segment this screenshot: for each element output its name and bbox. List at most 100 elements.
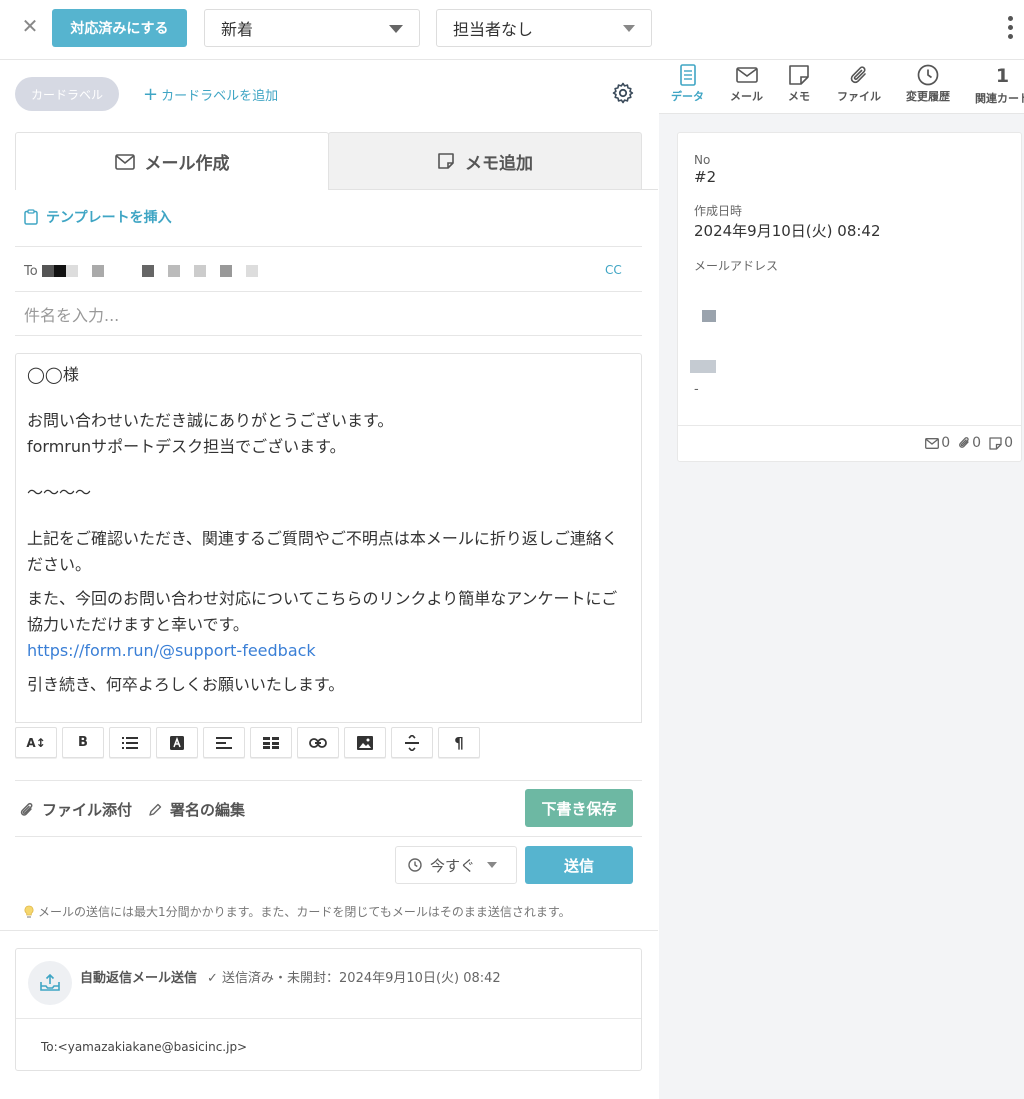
file-count-value: 0 bbox=[972, 435, 982, 451]
cc-toggle[interactable]: CC bbox=[605, 263, 622, 277]
envelope-icon bbox=[114, 153, 135, 170]
paperclip-icon bbox=[959, 437, 969, 448]
top-bar: ✕ 対応済みにする 新着 担当者なし bbox=[0, 0, 1024, 60]
divider bbox=[15, 335, 642, 336]
subject-input[interactable] bbox=[16, 295, 642, 335]
history-status: ✓ 送信済み・未開封：2024年9月10日(火) 08:42 bbox=[207, 971, 501, 986]
paragraph-button[interactable]: ¶ bbox=[438, 727, 480, 758]
document-icon bbox=[679, 64, 696, 86]
redacted-recipient bbox=[141, 265, 154, 277]
link-button[interactable] bbox=[297, 727, 339, 758]
chevron-down-icon bbox=[389, 25, 403, 33]
plus-icon: + bbox=[143, 83, 159, 105]
send-button[interactable]: 送信 bbox=[525, 846, 633, 884]
redacted-value bbox=[690, 360, 716, 373]
divider bbox=[330, 189, 658, 190]
mark-resolved-button[interactable]: 対応済みにする bbox=[52, 9, 187, 47]
tab-data-label: データ bbox=[671, 90, 704, 103]
to-label: To bbox=[24, 263, 38, 279]
tab-history[interactable]: 変更履歴 bbox=[906, 64, 950, 104]
save-draft-button[interactable]: 下書き保存 bbox=[525, 789, 633, 827]
table-button[interactable] bbox=[250, 727, 292, 758]
text-color-button[interactable] bbox=[156, 727, 198, 758]
text-color-icon bbox=[170, 735, 184, 750]
outbox-icon bbox=[40, 974, 60, 991]
tab-history-label: 変更履歴 bbox=[906, 90, 950, 103]
close-icon[interactable]: ✕ bbox=[18, 14, 42, 38]
body-line: お問い合わせいただき誠にありがとうございます。 bbox=[27, 411, 394, 430]
more-menu-icon[interactable] bbox=[1004, 16, 1016, 39]
clock-icon bbox=[408, 858, 422, 872]
tab-file[interactable]: ファイル bbox=[837, 64, 881, 104]
paperclip-icon bbox=[20, 802, 33, 816]
card-label-chip[interactable]: カードラベル bbox=[15, 77, 119, 111]
to-field[interactable]: To bbox=[24, 261, 624, 281]
redacted-recipient bbox=[91, 265, 104, 277]
field-label-created: 作成日時 bbox=[694, 204, 743, 218]
send-note: メールの送信には最大1分間かかります。また、カードを閉じてもメールはそのまま送信… bbox=[24, 903, 571, 920]
field-label-email: メールアドレス bbox=[694, 259, 779, 273]
redacted-recipient bbox=[219, 265, 232, 277]
table-icon bbox=[263, 736, 279, 749]
tab-related-cards[interactable]: 1 関連カード bbox=[975, 64, 1024, 106]
tab-memo[interactable]: メモ bbox=[788, 64, 810, 104]
card-counts: 0 0 0 bbox=[925, 435, 1013, 451]
divider bbox=[678, 425, 1021, 426]
insert-template-link[interactable]: テンプレートを挿入 bbox=[24, 207, 172, 227]
edit-signature-button[interactable]: 署名の編集 bbox=[148, 799, 245, 820]
tab-data[interactable]: データ bbox=[671, 64, 704, 104]
attach-file-button[interactable]: ファイル添付 bbox=[20, 799, 132, 820]
tab-memo-add[interactable]: メモ追加 bbox=[328, 132, 642, 190]
file-count: 0 bbox=[958, 435, 981, 451]
tab-mail[interactable]: メール bbox=[730, 64, 763, 104]
font-size-icon: A↕ bbox=[26, 735, 46, 750]
bold-icon: B bbox=[78, 735, 88, 750]
divider bbox=[15, 780, 642, 781]
edit-signature-label: 署名の編集 bbox=[170, 801, 246, 819]
status-select[interactable]: 新着 bbox=[204, 9, 420, 47]
tab-memo-label: メモ bbox=[788, 90, 810, 103]
compose-pane: カードラベル + カードラベルを追加 メール作成 メモ追加 テンプレートを挿入 … bbox=[0, 61, 658, 1099]
detail-tabs: データ メール メモ ファイル 変更履歴 1 関連カード bbox=[659, 61, 1024, 114]
redacted-recipient bbox=[167, 265, 180, 277]
related-cards-count: 1 bbox=[995, 65, 1010, 87]
gear-icon[interactable] bbox=[611, 81, 635, 105]
tab-file-label: ファイル bbox=[837, 90, 881, 103]
divider bbox=[15, 246, 642, 247]
divider bbox=[16, 1018, 641, 1019]
add-card-label-link[interactable]: + カードラベルを追加 bbox=[143, 85, 278, 104]
body-line: 引き続き、何卒よろしくお願いいたします。 bbox=[27, 675, 345, 694]
link-icon bbox=[309, 737, 327, 748]
send-timing-select[interactable]: 今すぐ bbox=[395, 846, 517, 884]
memo-icon bbox=[438, 153, 454, 169]
memo-icon bbox=[989, 436, 1002, 450]
envelope-icon bbox=[925, 437, 940, 449]
bold-button[interactable]: B bbox=[62, 727, 104, 758]
redacted-recipient bbox=[193, 265, 206, 277]
font-size-button[interactable]: A↕ bbox=[15, 727, 57, 758]
feedback-link[interactable]: https://form.run/@support-feedback bbox=[27, 641, 316, 660]
send-timing-value: 今すぐ bbox=[430, 856, 476, 875]
tab-related-cards-label: 関連カード bbox=[975, 92, 1024, 105]
pencil-icon bbox=[149, 803, 162, 816]
tab-mail-compose[interactable]: メール作成 bbox=[15, 132, 329, 190]
mail-body-editor[interactable]: ◯◯様 お問い合わせいただき誠にありがとうございます。 formrunサポートデ… bbox=[15, 353, 642, 723]
assignee-select[interactable]: 担当者なし bbox=[436, 9, 652, 47]
memo-icon bbox=[789, 65, 809, 85]
align-button[interactable] bbox=[203, 727, 245, 758]
image-button[interactable] bbox=[344, 727, 386, 758]
horizontal-rule-button[interactable] bbox=[391, 727, 433, 758]
tab-mail-compose-label: メール作成 bbox=[144, 154, 230, 174]
list-button[interactable] bbox=[109, 727, 151, 758]
clock-icon bbox=[917, 64, 939, 86]
body-line: ◯◯様 bbox=[27, 365, 79, 384]
redacted-recipient bbox=[53, 265, 66, 277]
editor-toolbar: A↕ B ¶ bbox=[15, 727, 480, 759]
mail-history-item[interactable]: 自動返信メール送信 ✓ 送信済み・未開封：2024年9月10日(火) 08:42… bbox=[15, 948, 642, 1071]
divider bbox=[15, 836, 642, 837]
status-select-value: 新着 bbox=[221, 20, 254, 39]
add-card-label-text: カードラベルを追加 bbox=[161, 89, 279, 104]
body-line: formrunサポートデスク担当でございます。 bbox=[27, 437, 346, 456]
field-value-no: #2 bbox=[694, 168, 717, 186]
redacted-recipient bbox=[65, 265, 78, 277]
